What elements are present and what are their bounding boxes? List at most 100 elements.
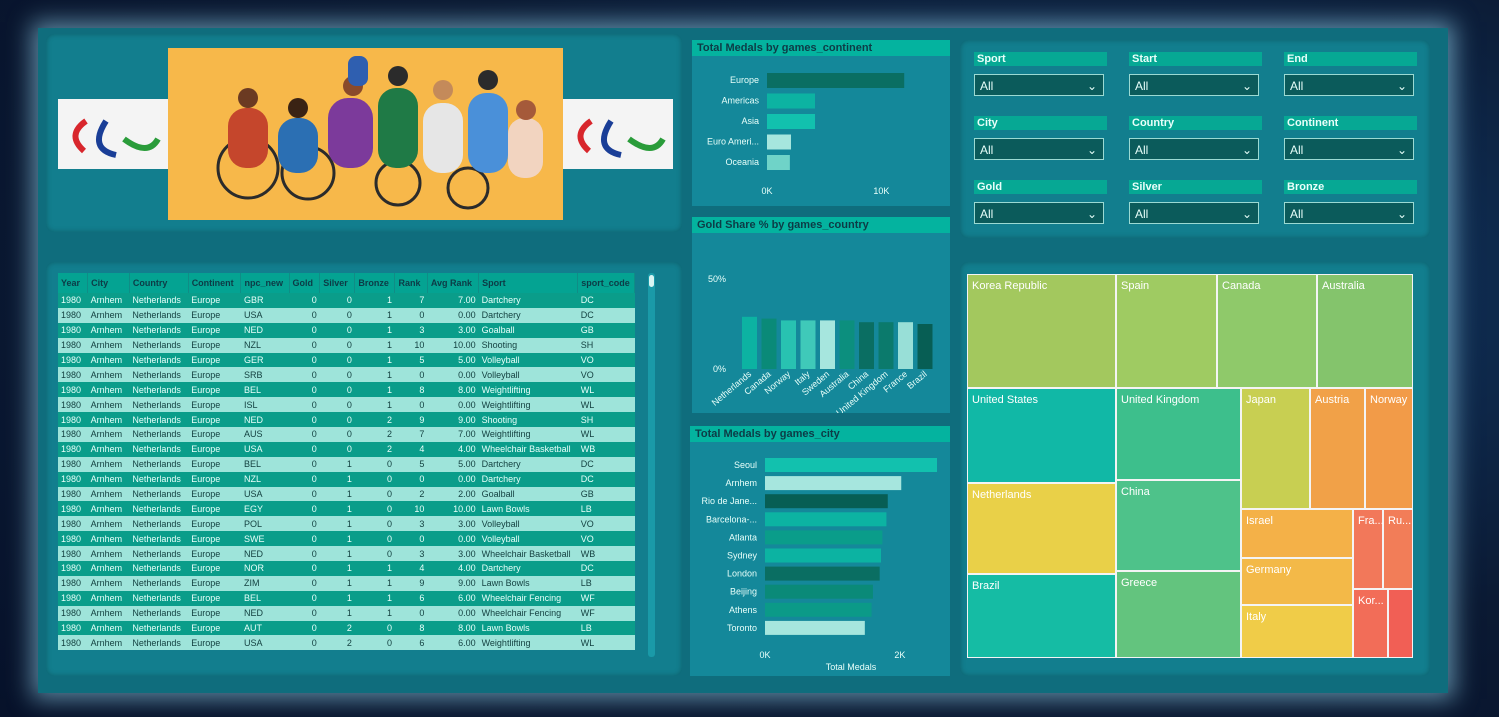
- column-header-sport-code[interactable]: sport_code: [577, 273, 635, 293]
- gold-share-column[interactable]: [898, 322, 913, 369]
- gold-share-column[interactable]: [820, 320, 835, 369]
- gold-share-column[interactable]: [859, 322, 874, 369]
- treemap-tile[interactable]: Netherlands: [967, 483, 1116, 574]
- continent-bar[interactable]: [767, 93, 816, 109]
- table-row[interactable]: 1980 Arnhem Netherlands Europe USA 0 2 0 6 6.00 We…: [58, 635, 635, 651]
- table-row[interactable]: 1980 Arnhem Netherlands Europe USA 0 0 1 0 0.00 Da…: [58, 307, 635, 323]
- city-bar[interactable]: [765, 620, 865, 635]
- slicer-dropdown[interactable]: All ⌄: [1129, 74, 1259, 96]
- city-bar[interactable]: [765, 584, 873, 599]
- continent-bar[interactable]: [767, 155, 790, 170]
- gold-share-column[interactable]: [742, 316, 757, 369]
- continent-bar[interactable]: [767, 114, 816, 129]
- table-row[interactable]: 1980 Arnhem Netherlands Europe NZL 0 1 0 0 0.00 Da…: [58, 471, 635, 487]
- column-header-country[interactable]: Country: [129, 273, 189, 293]
- medals-table[interactable]: Year City Country Continent npc_new Gold Silve…: [58, 273, 635, 657]
- gold-share-column[interactable]: [781, 320, 796, 369]
- table-row[interactable]: 1980 Arnhem Netherlands Europe SRB 0 0 1 0 0.00 Vo…: [58, 367, 635, 383]
- chevron-down-icon[interactable]: ⌄: [1242, 75, 1252, 97]
- treemap-tile[interactable]: United States: [967, 388, 1116, 483]
- gold-share-column[interactable]: [761, 318, 777, 369]
- continent-bar[interactable]: [767, 134, 792, 150]
- city-bar[interactable]: [765, 548, 882, 563]
- chevron-down-icon[interactable]: ⌄: [1397, 203, 1407, 225]
- treemap-tile[interactable]: Brazil: [967, 574, 1116, 658]
- city-bar-chart[interactable]: Seoul Arnhem Rio de Jane... Barcelona-... At…: [690, 442, 950, 676]
- slicer-dropdown[interactable]: All ⌄: [1129, 202, 1259, 224]
- table-row[interactable]: 1980 Arnhem Netherlands Europe AUS 0 0 2 7 7.00 We…: [58, 427, 635, 442]
- treemap-tile[interactable]: Italy: [1241, 605, 1353, 658]
- table-row[interactable]: 1980 Arnhem Netherlands Europe GBR 0 0 1 7 7.00 Da…: [58, 293, 635, 308]
- table-row[interactable]: 1980 Arnhem Netherlands Europe USA 0 1 0 2 2.00 Go…: [58, 486, 635, 502]
- chevron-down-icon[interactable]: ⌄: [1242, 139, 1252, 161]
- treemap-tile[interactable]: Ru...: [1383, 509, 1413, 589]
- column-header-gold[interactable]: Gold: [289, 273, 321, 293]
- city-bar[interactable]: [765, 566, 880, 581]
- treemap-tile[interactable]: Fra...: [1353, 509, 1384, 589]
- table-row[interactable]: 1980 Arnhem Netherlands Europe POL 0 1 0 3 3.00 Vo…: [58, 516, 635, 532]
- city-bar[interactable]: [765, 458, 937, 472]
- treemap-tile[interactable]: [1388, 589, 1413, 658]
- column-header-continent[interactable]: Continent: [188, 273, 242, 293]
- table-row[interactable]: 1980 Arnhem Netherlands Europe BEL 0 0 1 8 8.00 We…: [58, 382, 635, 398]
- chevron-down-icon[interactable]: ⌄: [1087, 139, 1097, 161]
- gold-share-column[interactable]: [878, 322, 894, 369]
- gold-share-column-chart[interactable]: 50%0%NetherlandsCanadaNorway ItalySwedenA…: [692, 233, 950, 413]
- table-row[interactable]: 1980 Arnhem Netherlands Europe USA 0 0 2 4 4.00 Wh…: [58, 441, 635, 457]
- continent-bar-chart[interactable]: Europe Americas Asia Euro Ameri... Oceania 0K…: [692, 56, 950, 206]
- table-row[interactable]: 1980 Arnhem Netherlands Europe BEL 0 1 1 6 6.00 Wh…: [58, 590, 635, 606]
- table-row[interactable]: 1980 Arnhem Netherlands Europe NZL 0 0 1 10 10.00…: [58, 337, 635, 353]
- city-bar[interactable]: [765, 512, 887, 527]
- slicer-dropdown[interactable]: All ⌄: [1284, 202, 1414, 224]
- treemap-tile[interactable]: Korea Republic: [967, 274, 1116, 388]
- slicer-dropdown[interactable]: All ⌄: [1284, 74, 1414, 96]
- column-header-silver[interactable]: Silver: [319, 273, 356, 293]
- table-row[interactable]: 1980 Arnhem Netherlands Europe NED 0 1 0 3 3.00 Wh…: [58, 546, 635, 562]
- column-header-city[interactable]: City: [87, 273, 130, 293]
- table-row[interactable]: 1980 Arnhem Netherlands Europe ISL 0 0 1 0 0.00 We…: [58, 397, 635, 413]
- treemap-tile[interactable]: United Kingdom: [1116, 388, 1241, 480]
- chevron-down-icon[interactable]: ⌄: [1397, 75, 1407, 97]
- table-row[interactable]: 1980 Arnhem Netherlands Europe EGY 0 1 0 10 10.00…: [58, 501, 635, 517]
- column-header-avg-rank[interactable]: Avg Rank: [427, 273, 480, 293]
- column-header-rank[interactable]: Rank: [394, 273, 428, 293]
- table-row[interactable]: 1980 Arnhem Netherlands Europe NOR 0 1 1 4 4.00 Da…: [58, 561, 635, 576]
- treemap-tile[interactable]: Japan: [1241, 388, 1310, 509]
- chevron-down-icon[interactable]: ⌄: [1397, 139, 1407, 161]
- treemap-tile[interactable]: Austria: [1310, 388, 1365, 509]
- treemap-tile[interactable]: Israel: [1241, 509, 1353, 558]
- slicer-dropdown[interactable]: All ⌄: [1129, 138, 1259, 160]
- slicer-dropdown[interactable]: All ⌄: [974, 202, 1104, 224]
- table-row[interactable]: 1980 Arnhem Netherlands Europe NED 0 1 1 0 0.00 Wh…: [58, 605, 635, 621]
- table-row[interactable]: 1980 Arnhem Netherlands Europe NED 0 0 2 9 9.00 Sh…: [58, 412, 635, 428]
- city-bar[interactable]: [765, 602, 872, 617]
- city-bar[interactable]: [765, 494, 888, 509]
- treemap-tile[interactable]: Australia: [1317, 274, 1413, 388]
- slicer-dropdown[interactable]: All ⌄: [974, 74, 1104, 96]
- city-bar[interactable]: [765, 530, 883, 545]
- slicer-dropdown[interactable]: All ⌄: [1284, 138, 1414, 160]
- column-header-npc-new[interactable]: npc_new: [240, 273, 290, 293]
- treemap-tile[interactable]: Spain: [1116, 274, 1217, 388]
- scrollbar-thumb[interactable]: [649, 275, 654, 287]
- treemap-tile[interactable]: Germany: [1241, 558, 1353, 605]
- city-bar[interactable]: [765, 476, 902, 491]
- slicer-dropdown[interactable]: All ⌄: [974, 138, 1104, 160]
- table-row[interactable]: 1980 Arnhem Netherlands Europe BEL 0 1 0 5 5.00 Da…: [58, 456, 635, 472]
- table-row[interactable]: 1980 Arnhem Netherlands Europe GER 0 0 1 5 5.00 Vo…: [58, 352, 635, 368]
- treemap-tile[interactable]: Kor...: [1353, 589, 1388, 658]
- table-row[interactable]: 1980 Arnhem Netherlands Europe SWE 0 1 0 0 0.00 Vo…: [58, 531, 635, 547]
- chevron-down-icon[interactable]: ⌄: [1242, 203, 1252, 225]
- column-header-year[interactable]: Year: [58, 273, 89, 293]
- table-row[interactable]: 1980 Arnhem Netherlands Europe NED 0 0 1 3 3.00 Go…: [58, 322, 635, 338]
- column-header-sport[interactable]: Sport: [478, 273, 579, 293]
- continent-bar[interactable]: [767, 73, 905, 88]
- chevron-down-icon[interactable]: ⌄: [1087, 203, 1097, 225]
- country-treemap[interactable]: Korea Republic Spain Canada Australia United…: [967, 274, 1415, 658]
- gold-share-column[interactable]: [800, 320, 816, 369]
- column-header-bronze[interactable]: Bronze: [354, 273, 396, 293]
- treemap-tile[interactable]: Canada: [1217, 274, 1317, 388]
- table-row[interactable]: 1980 Arnhem Netherlands Europe ZIM 0 1 1 9 9.00 La…: [58, 575, 635, 591]
- table-row[interactable]: 1980 Arnhem Netherlands Europe AUT 0 2 0 8 8.00 La…: [58, 620, 635, 636]
- treemap-tile[interactable]: Greece: [1116, 571, 1241, 658]
